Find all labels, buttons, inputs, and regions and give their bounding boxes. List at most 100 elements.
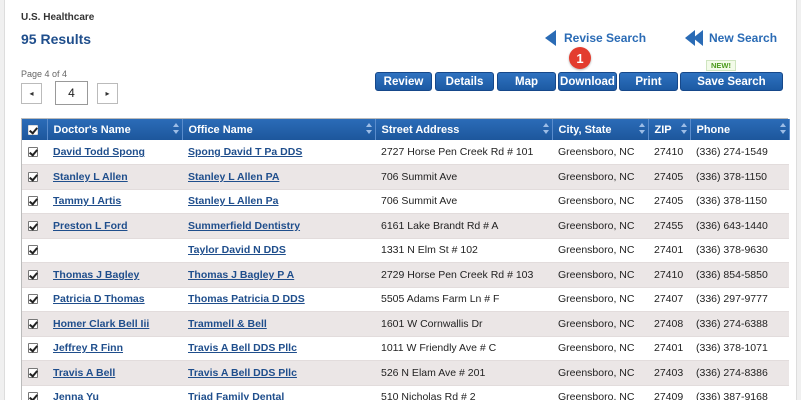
checkbox-checked-icon[interactable] <box>28 294 38 305</box>
row-checkbox-cell[interactable] <box>22 336 47 361</box>
row-checkbox-cell[interactable] <box>22 164 47 190</box>
sort-icon[interactable] <box>365 123 372 135</box>
street-address: 2727 Horse Pen Creek Rd # 101 <box>375 140 552 165</box>
checkbox-checked-icon[interactable] <box>28 220 38 231</box>
row-checkbox-cell[interactable] <box>22 360 47 386</box>
table-row: Stanley L Allen Stanley L Allen PA 706 Sum… <box>22 164 789 190</box>
new-search-link[interactable]: New Search <box>685 30 777 46</box>
city-state: Greensboro, NC <box>552 140 648 165</box>
step-number-badge: 1 <box>569 47 591 69</box>
office-name-link[interactable]: Travis A Bell DDS Pllc <box>182 360 375 386</box>
doctor-name-link[interactable]: Stanley L Allen <box>47 164 182 190</box>
doctor-name-link[interactable]: Travis A Bell <box>47 360 182 386</box>
checkbox-checked-icon[interactable] <box>28 392 38 400</box>
doctor-name-link[interactable]: Preston L Ford <box>47 213 182 239</box>
results-table: Doctor's Name Office Name Street Address… <box>21 118 790 400</box>
chevron-right-icon: ▸ <box>105 89 110 98</box>
phone-number: (336) 274-8386 <box>690 360 789 386</box>
table-header-row: Doctor's Name Office Name Street Address… <box>22 119 790 140</box>
office-name-link[interactable]: Spong David T Pa DDS <box>182 140 375 165</box>
select-all-checkbox[interactable] <box>28 124 38 135</box>
map-button[interactable]: Map <box>497 72 556 91</box>
results-panel: U.S. Healthcare 95 Results Revise Search… <box>4 0 797 400</box>
save-search-button[interactable]: Save Search <box>680 72 783 91</box>
sort-icon[interactable] <box>172 123 179 135</box>
checkbox-checked-icon[interactable] <box>28 318 38 329</box>
sort-icon[interactable] <box>542 123 549 135</box>
street-address: 1601 W Cornwallis Dr <box>375 311 552 337</box>
details-button[interactable]: Details <box>435 72 494 91</box>
row-checkbox-cell[interactable] <box>22 213 47 239</box>
doctor-name-link[interactable]: Jenna Yu <box>47 385 182 400</box>
checkbox-checked-icon[interactable] <box>28 171 38 182</box>
select-all-header[interactable] <box>22 119 48 140</box>
chevron-left-icon: ◂ <box>29 89 34 98</box>
office-name-link[interactable]: Taylor David N DDS <box>182 238 375 263</box>
column-label: ZIP <box>654 123 672 136</box>
doctor-name-link[interactable]: Tammy I Artis <box>47 189 182 214</box>
zip-code: 27401 <box>648 238 690 263</box>
page-number-input[interactable] <box>55 81 88 105</box>
phone-number: (336) 387-9168 <box>690 385 789 400</box>
sort-icon[interactable] <box>680 123 687 135</box>
checkbox-checked-icon[interactable] <box>28 245 38 256</box>
results-count: 95 Results <box>21 31 92 47</box>
checkbox-checked-icon[interactable] <box>28 343 38 354</box>
doctor-name-link[interactable] <box>47 238 182 263</box>
doctor-name-link[interactable]: Patricia D Thomas <box>47 287 182 312</box>
checkbox-checked-icon[interactable] <box>28 147 38 158</box>
city-state: Greensboro, NC <box>552 311 648 337</box>
phone-number: (336) 297-9777 <box>690 287 789 312</box>
office-name-link[interactable]: Summerfield Dentistry <box>182 213 375 239</box>
row-checkbox-cell[interactable] <box>22 385 47 400</box>
table-row: Homer Clark Bell Iii Trammell & Bell 1601 … <box>22 311 789 337</box>
row-checkbox-cell[interactable] <box>22 140 47 165</box>
zip-code: 27455 <box>648 213 690 239</box>
street-address: 526 N Elam Ave # 201 <box>375 360 552 386</box>
column-label: City, State <box>558 123 612 136</box>
table-row: Thomas J Bagley Thomas J Bagley P A 2729 H… <box>22 262 789 288</box>
doctor-name-link[interactable]: Homer Clark Bell Iii <box>47 311 182 337</box>
table-row: Travis A Bell Travis A Bell DDS Pllc 526 N… <box>22 360 789 386</box>
column-header-zip[interactable]: ZIP <box>648 119 691 140</box>
column-header-doctor[interactable]: Doctor's Name <box>47 119 183 140</box>
phone-number: (336) 378-1150 <box>690 189 789 214</box>
print-button[interactable]: Print <box>619 72 678 91</box>
office-name-link[interactable]: Thomas Patricia D DDS <box>182 287 375 312</box>
sort-icon[interactable] <box>779 123 786 135</box>
next-page-button[interactable]: ▸ <box>97 83 118 104</box>
checkbox-checked-icon[interactable] <box>28 269 38 280</box>
sort-icon[interactable] <box>638 123 645 135</box>
row-checkbox-cell[interactable] <box>22 262 47 288</box>
doctor-name-link[interactable]: Thomas J Bagley <box>47 262 182 288</box>
column-header-city[interactable]: City, State <box>552 119 649 140</box>
office-name-link[interactable]: Trammell & Bell <box>182 311 375 337</box>
review-button[interactable]: Review <box>375 72 432 91</box>
phone-number: (336) 378-9630 <box>690 238 789 263</box>
column-header-address[interactable]: Street Address <box>375 119 553 140</box>
office-name-link[interactable]: Stanley L Allen Pa <box>182 189 375 214</box>
prev-page-button[interactable]: ◂ <box>21 83 42 104</box>
row-checkbox-cell[interactable] <box>22 238 47 263</box>
checkbox-checked-icon[interactable] <box>28 196 38 207</box>
city-state: Greensboro, NC <box>552 287 648 312</box>
zip-code: 27401 <box>648 336 690 361</box>
office-name-link[interactable]: Travis A Bell DDS Pllc <box>182 336 375 361</box>
doctor-name-link[interactable]: David Todd Spong <box>47 140 182 165</box>
column-header-office[interactable]: Office Name <box>182 119 376 140</box>
app-title: U.S. Healthcare <box>21 12 95 23</box>
office-name-link[interactable]: Stanley L Allen PA <box>182 164 375 190</box>
street-address: 6161 Lake Brandt Rd # A <box>375 213 552 239</box>
column-header-phone[interactable]: Phone <box>690 119 790 140</box>
doctor-name-link[interactable]: Jeffrey R Finn <box>47 336 182 361</box>
row-checkbox-cell[interactable] <box>22 189 47 214</box>
download-button[interactable]: Download <box>558 72 617 91</box>
row-checkbox-cell[interactable] <box>22 311 47 337</box>
revise-search-link[interactable]: Revise Search <box>545 30 646 46</box>
office-name-link[interactable]: Thomas J Bagley P A <box>182 262 375 288</box>
street-address: 1331 N Elm St # 102 <box>375 238 552 263</box>
table-row: Tammy I Artis Stanley L Allen Pa 706 Summi… <box>22 189 789 214</box>
office-name-link[interactable]: Triad Family Dental <box>182 385 375 400</box>
row-checkbox-cell[interactable] <box>22 287 47 312</box>
checkbox-checked-icon[interactable] <box>28 367 38 378</box>
